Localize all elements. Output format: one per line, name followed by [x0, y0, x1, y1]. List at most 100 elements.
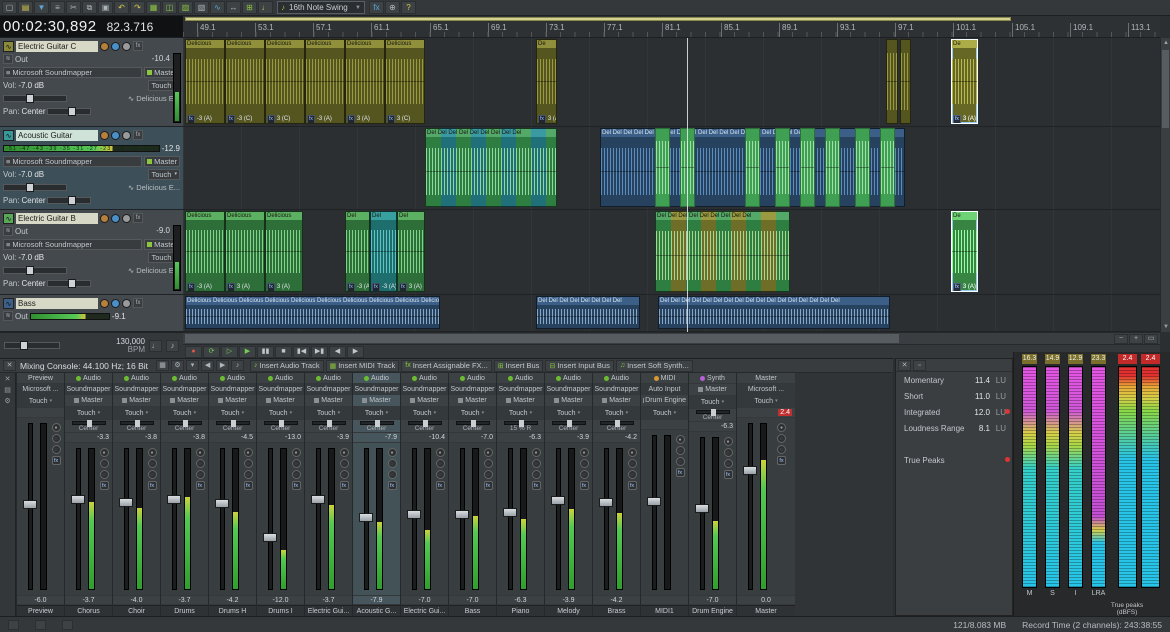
time-signature-icon[interactable]: ♩ — [149, 340, 162, 352]
strip-fx-icon[interactable]: fx — [724, 470, 733, 479]
fader-handle[interactable] — [647, 497, 661, 506]
time-selection-icon[interactable]: ↔ — [226, 1, 241, 14]
scroll-up-icon[interactable]: ▲ — [1161, 38, 1170, 48]
strip-solo-icon[interactable]: ◌ — [388, 470, 397, 479]
solo-button[interactable] — [122, 131, 131, 140]
output-bus-button[interactable]: Master — [593, 395, 640, 407]
record-arm-button[interactable] — [100, 299, 109, 308]
play-from-start-button[interactable]: ▷ — [221, 346, 238, 358]
output-bus-button[interactable]: Master — [545, 395, 592, 407]
close-icon[interactable]: ✕ — [898, 360, 911, 371]
strip-name[interactable]: Bass — [449, 605, 496, 616]
mixer-strip[interactable]: Audio Soundmapper Master Touch▾ Center -… — [593, 373, 640, 616]
strip-name[interactable]: Choir — [113, 605, 160, 616]
save-icon[interactable]: ▼ — [34, 1, 49, 14]
next-marker-button[interactable]: ▶ — [347, 346, 364, 358]
track-fx-button[interactable]: fx — [133, 41, 143, 51]
fader-area[interactable]: ● ◌ ◌ fx — [353, 443, 400, 595]
audio-clip[interactable]: De fx 3 (A) — [536, 39, 557, 124]
strip-arm-icon[interactable]: ● — [196, 448, 205, 457]
mixer-strip[interactable]: Audio Soundmapper Master Touch▾ Center -… — [209, 373, 256, 616]
track-lane-electric-guitar-c[interactable]: Delicious fx -3 (A) Delicious fx -3 (C) … — [183, 38, 1160, 127]
strip-arm-icon[interactable]: ● — [724, 437, 733, 446]
audio-clip[interactable]: fx — [900, 39, 911, 124]
mixer-strip[interactable]: Audio Soundmapper Master Touch▾ Center -… — [65, 373, 112, 616]
strip-mute-icon[interactable]: ◌ — [52, 434, 61, 443]
zoom-tool-icon[interactable]: ⊕ — [385, 1, 400, 14]
audio-clip[interactable]: Del Del Del Del Del Del Del Del Del fx — [655, 211, 790, 292]
strip-arm-icon[interactable]: ● — [52, 423, 61, 432]
track-fx-chain[interactable]: ∿Delicious E... — [128, 183, 180, 192]
automation-mode-select[interactable]: Touch▾ — [737, 395, 795, 408]
strip-arm-icon[interactable]: ● — [148, 448, 157, 457]
audio-clip[interactable]: Delicious fx -3 (A) — [185, 211, 225, 292]
fader-slot[interactable] — [645, 435, 663, 590]
mixer-strip[interactable]: Audio Soundmapper Master Touch▾ Center -… — [401, 373, 448, 616]
strip-mute-icon[interactable]: ◌ — [340, 459, 349, 468]
device-select[interactable]: ≡Microsoft Soundmapper — [3, 67, 142, 78]
strip-solo-icon[interactable]: ◌ — [244, 470, 253, 479]
audio-clip[interactable]: Delicious fx -3 (C) — [225, 39, 265, 124]
strip-arm-icon[interactable]: ● — [388, 448, 397, 457]
zoom-in-icon[interactable]: + — [1129, 334, 1143, 344]
audio-clip[interactable]: fx — [825, 128, 840, 207]
timeline-horizontal-scrollbar[interactable]: − + ▭ — [183, 332, 1160, 344]
automation-mode-select[interactable]: Touch▾ — [209, 407, 256, 420]
status-icon-1[interactable] — [8, 620, 19, 630]
close-icon[interactable]: ✕ — [3, 360, 16, 371]
mixer-strip[interactable]: MIDI Auto Input Drum Engine Touch▾ ● — [641, 373, 688, 616]
strip-fx-icon[interactable]: fx — [100, 481, 109, 490]
solo-button[interactable] — [122, 42, 131, 51]
bus-button[interactable]: Master — [144, 156, 180, 167]
scrollbar-thumb[interactable] — [185, 334, 899, 343]
device-select[interactable]: Microsoft ... — [737, 384, 795, 395]
device-select[interactable]: Soundmapper — [401, 384, 448, 395]
metronome-icon[interactable]: ♩ — [258, 1, 273, 14]
fader-slot[interactable] — [69, 448, 87, 590]
audio-clip[interactable]: fx — [800, 128, 815, 207]
fader-slot[interactable] — [453, 448, 471, 590]
record-arm-button[interactable] — [100, 42, 109, 51]
clip-fx-icon[interactable]: fx — [187, 115, 195, 123]
automation-mode-select[interactable]: Touch▾ — [593, 407, 640, 420]
audio-clip[interactable]: Delicious Delicious Delicious Delicious … — [185, 296, 440, 329]
device-select[interactable]: Soundmapper — [257, 384, 304, 395]
strip-solo-icon[interactable]: ◌ — [580, 470, 589, 479]
fader-handle[interactable] — [71, 495, 85, 504]
device-select[interactable]: Microsoft ... — [17, 384, 64, 395]
mixer-strip[interactable]: Audio Soundmapper Master Touch▾ Center -… — [449, 373, 496, 616]
loop-region-bar[interactable] — [185, 17, 1011, 21]
clip-fx-icon[interactable]: fx — [399, 283, 407, 291]
prev-marker-button[interactable]: ◀ — [329, 346, 346, 358]
strip-fx-icon[interactable]: fx — [148, 481, 157, 490]
pan-handle[interactable] — [519, 420, 524, 427]
strip-solo-icon[interactable]: ◌ — [52, 445, 61, 454]
undo-icon[interactable]: ↶ — [114, 1, 129, 14]
output-bus-button[interactable]: Master — [449, 395, 496, 407]
audio-clip[interactable]: De fx 3 (A) — [951, 39, 978, 124]
strip-name[interactable]: Drums — [161, 605, 208, 616]
strip-name[interactable]: Drums H — [209, 605, 256, 616]
automation-mode-select[interactable]: Touch▾ — [401, 407, 448, 420]
pan-slider[interactable] — [72, 421, 106, 425]
fader-slot[interactable] — [597, 448, 615, 590]
strip-mute-icon[interactable]: ◌ — [580, 459, 589, 468]
clip-fx-icon[interactable]: fx — [538, 115, 546, 123]
fader-handle[interactable] — [599, 498, 613, 507]
audio-clip[interactable]: Delicious fx 3 (C) — [385, 39, 425, 124]
strip-mute-icon[interactable]: ◌ — [777, 434, 786, 443]
selection-tool-icon[interactable]: ◫ — [162, 1, 177, 14]
fader-handle[interactable] — [263, 533, 277, 542]
pan-handle[interactable] — [135, 420, 140, 427]
fader-slot[interactable] — [21, 423, 39, 590]
insert-soft-synth-button[interactable]: ♫ Insert Soft Synth... — [616, 360, 693, 372]
automation-mode-select[interactable]: Touch▾ — [305, 407, 352, 420]
strip-fx-icon[interactable]: fx — [292, 481, 301, 490]
insert-midi-track-button[interactable]: ▦ Insert MIDI Track — [326, 360, 400, 372]
strip-fx-icon[interactable]: fx — [52, 456, 61, 465]
copy-icon[interactable]: ⧉ — [82, 1, 97, 14]
audio-clip[interactable]: Del fx -3 (A) — [370, 211, 397, 292]
pan-slider[interactable] — [168, 421, 202, 425]
pan-handle[interactable] — [231, 420, 236, 427]
fader-handle[interactable] — [455, 510, 469, 519]
